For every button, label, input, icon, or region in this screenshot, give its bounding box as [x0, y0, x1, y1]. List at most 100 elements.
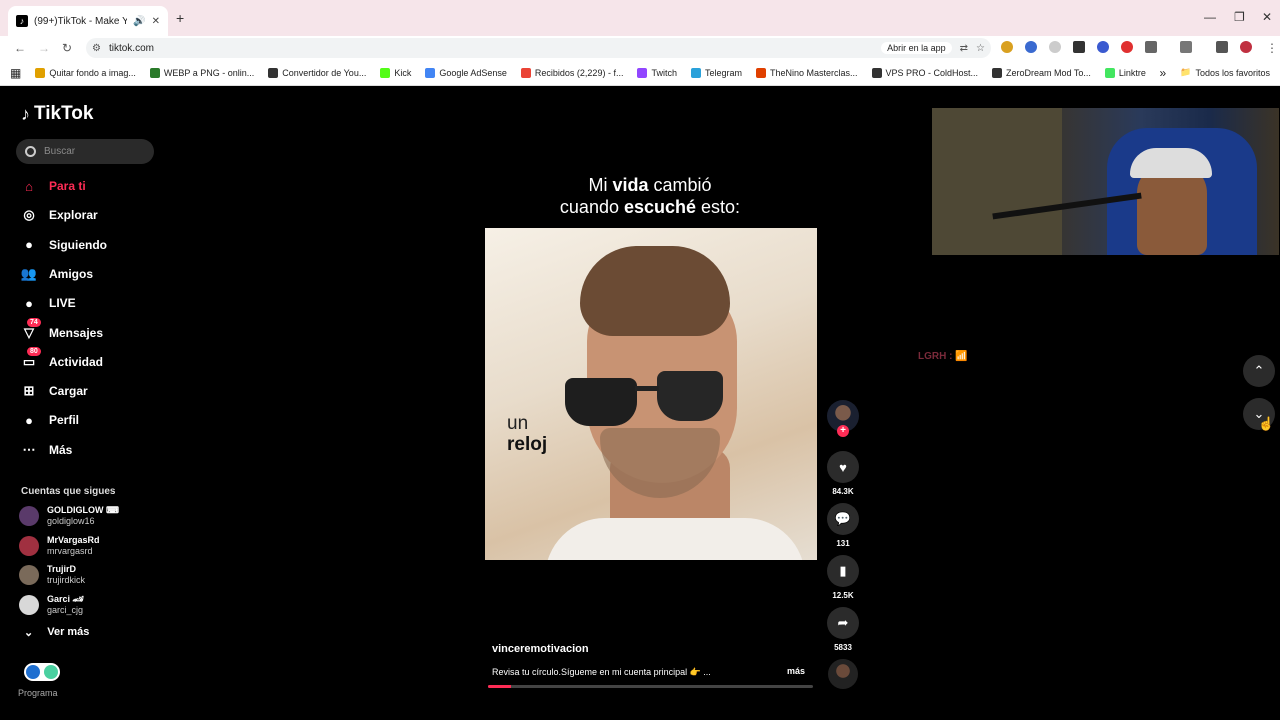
sidebar-item-siguiendo[interactable]: ● Siguiendo — [20, 234, 150, 256]
bookmark-item[interactable]: WEBP a PNG - onlin... — [149, 67, 254, 78]
bookmark-item[interactable]: Telegram — [690, 67, 742, 78]
minimize-button[interactable]: — — [1204, 10, 1216, 24]
comment-button[interactable]: 💬 — [827, 503, 859, 535]
home-icon: ⌂ — [25, 178, 33, 194]
bookmark-item[interactable]: Kick — [380, 67, 411, 78]
music-disc[interactable] — [828, 659, 858, 689]
search-input[interactable]: Buscar — [16, 139, 154, 164]
reload-button[interactable]: ↻ — [62, 41, 72, 55]
sidebar-item-ms[interactable]: ⋯ Más — [20, 439, 150, 461]
bookmark-favicon-icon — [380, 67, 391, 78]
bookmark-item[interactable]: Linktree Admin — [1104, 67, 1146, 78]
headline-part: cuando — [559, 197, 624, 217]
profile-avatar-icon[interactable] — [1240, 41, 1252, 53]
forward-button[interactable]: → — [38, 41, 50, 55]
live-chip-icon — [44, 665, 58, 679]
back-button[interactable]: ← — [14, 41, 26, 55]
sidebar-item-label: Mensajes — [49, 325, 104, 340]
bookmark-item[interactable]: TheNino Masterclas... — [755, 67, 858, 78]
bookmark-item[interactable]: Convertidor de You... — [268, 67, 366, 78]
translate-icon[interactable]: ⇄ — [960, 43, 968, 54]
previous-video-button[interactable]: ⌃ — [1243, 355, 1275, 387]
followed-account[interactable]: MrVargasRd mrvargasrd — [19, 533, 159, 559]
extension-icon[interactable] — [1049, 41, 1061, 53]
followed-account[interactable]: Garci 🏎 garci_cjg — [19, 592, 159, 618]
webcam-background — [932, 108, 1062, 255]
bookmark-label: ZeroDream Mod To... — [1006, 67, 1091, 78]
friends-icon: 👥 — [20, 265, 38, 281]
video-username[interactable]: vinceremotivacion — [492, 643, 589, 655]
following-icon: ● — [25, 237, 33, 253]
sidebar-item-label: Perfil — [49, 413, 80, 428]
followed-account[interactable]: GOLDIGLOW ⌨ goldiglow16 — [19, 503, 159, 529]
sidebar-item-live[interactable]: ● LIVE — [20, 292, 150, 314]
video-progress-bar[interactable] — [488, 685, 813, 688]
bookmark-label: VPS PRO - ColdHost... — [885, 67, 979, 78]
save-button[interactable]: ▮ — [827, 555, 859, 587]
follow-plus-icon[interactable]: + — [837, 425, 849, 437]
share-count: 5833 — [834, 643, 852, 652]
avatar — [19, 506, 39, 526]
apps-grid-icon[interactable]: ▦ — [10, 66, 21, 80]
open-in-app-button[interactable]: Abrir en la app — [881, 42, 952, 54]
like-button[interactable]: ♥ — [827, 451, 859, 483]
bookmark-item[interactable]: Quitar fondo a imag... — [35, 67, 136, 78]
close-window-button[interactable]: ✕ — [1262, 10, 1272, 24]
share-button[interactable]: ➦ — [827, 607, 859, 639]
upload-icon: ⊞ — [23, 383, 35, 399]
extension-icon[interactable] — [1025, 41, 1037, 53]
video-player[interactable]: un reloj — [485, 228, 817, 560]
bookmark-item[interactable]: ZeroDream Mod To... — [992, 67, 1091, 78]
new-tab-button[interactable]: + — [176, 10, 184, 26]
extension-icon[interactable] — [1073, 41, 1085, 53]
sidebar-item-actividad[interactable]: ▭ 80 Actividad — [20, 346, 150, 373]
followed-account[interactable]: TrujirD trujirdkick — [19, 562, 159, 588]
account-name: TrujirD — [47, 564, 77, 574]
bookmark-item[interactable]: VPS PRO - ColdHost... — [871, 67, 979, 78]
audio-icon[interactable]: 🔊 — [133, 16, 145, 27]
bookmark-label: Twitch — [651, 67, 677, 78]
cast-icon[interactable] — [1180, 41, 1192, 53]
extension-icon[interactable] — [1001, 41, 1013, 53]
sidebar-item-label: Amigos — [49, 266, 94, 281]
program-label[interactable]: Programa — [18, 688, 58, 698]
restore-button[interactable]: ❐ — [1234, 10, 1245, 24]
mouse-cursor-icon: ☝ — [1258, 416, 1275, 431]
bookmark-favicon-icon — [520, 67, 531, 78]
extensions-puzzle-icon[interactable] — [1145, 41, 1157, 53]
heart-icon: ♥ — [839, 459, 847, 475]
site-info-icon[interactable]: ⚙ — [92, 43, 101, 54]
tiktok-note-icon: ♪ — [21, 103, 30, 124]
menu-kebab-icon[interactable]: ⋮ — [1266, 41, 1278, 55]
account-handle: garci_cjg — [47, 604, 84, 615]
bookmark-item[interactable]: Google AdSense — [425, 67, 507, 78]
address-bar[interactable]: ⚙ tiktok.com Abrir en la app ⇄ ☆ — [86, 38, 991, 58]
sidebar-item-mensajes[interactable]: ▽ 74 Mensajes — [20, 317, 150, 344]
extension-icon[interactable] — [1097, 41, 1109, 53]
bookmark-star-icon[interactable]: ☆ — [976, 43, 985, 54]
sidebar-item-label: Explorar — [49, 208, 98, 223]
see-more-button[interactable]: ⌄ Ver más — [24, 626, 89, 639]
sidebar-item-perfil[interactable]: ● Perfil — [20, 409, 150, 431]
media-icon[interactable] — [1216, 41, 1228, 53]
sidebar-item-parati[interactable]: ⌂ Para ti — [20, 175, 150, 197]
live-chip[interactable] — [24, 663, 60, 681]
sidebar-item-label: Actividad — [49, 354, 104, 369]
more-bookmarks-icon[interactable]: » — [1160, 66, 1167, 80]
browser-tab[interactable]: ♪ (99+)TikTok - Make Your Da 🔊 ✕ — [8, 6, 168, 36]
sidebar-item-cargar[interactable]: ⊞ Cargar — [20, 380, 150, 402]
tiktok-logo[interactable]: ♪ TikTok — [21, 103, 93, 125]
video-headline: Mi vida cambió cuando escuché esto: — [500, 174, 800, 218]
close-tab-icon[interactable]: ✕ — [152, 16, 160, 27]
more-description-button[interactable]: más — [787, 666, 805, 676]
all-bookmarks-folder[interactable]: 📁 Todos los favoritos — [1180, 67, 1270, 78]
headline-part: esto: — [696, 197, 741, 217]
bookmark-item[interactable]: Twitch — [637, 67, 677, 78]
logo-text: TikTok — [34, 103, 94, 124]
sidebar-item-amigos[interactable]: 👥 Amigos — [20, 263, 150, 285]
adblock-icon[interactable] — [1121, 41, 1133, 53]
search-icon — [25, 146, 36, 157]
sidebar-item-explorar[interactable]: ◎ Explorar — [20, 204, 150, 226]
comment-icon: 💬 — [834, 511, 852, 526]
bookmark-item[interactable]: Recibidos (2,229) - f... — [520, 67, 623, 78]
